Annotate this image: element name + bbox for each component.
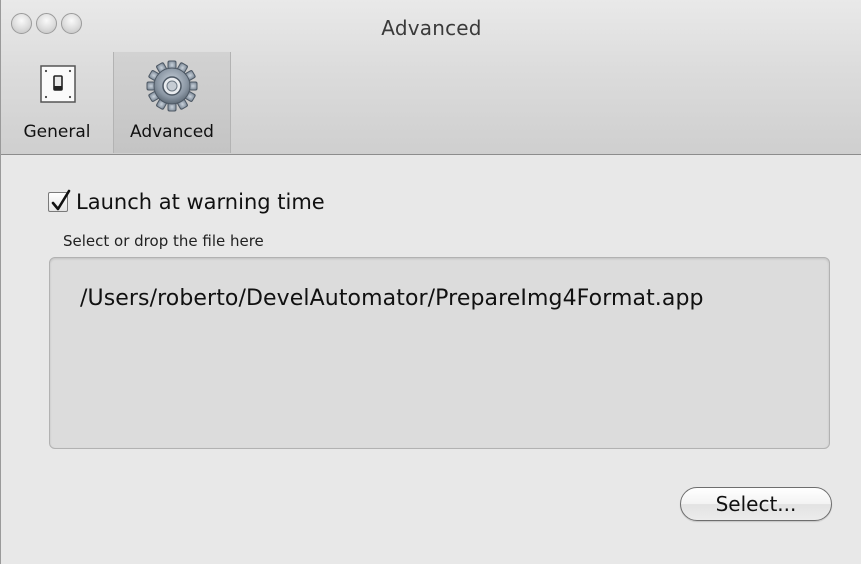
toolbar-item-general[interactable]: General: [1, 52, 113, 153]
file-path-text: /Users/roberto/DevelAutomator/PrepareImg…: [80, 286, 704, 311]
checkmark-icon: [51, 189, 71, 211]
toolbar-item-advanced[interactable]: Advanced: [113, 52, 231, 153]
switch-icon: [29, 56, 85, 120]
window-title: Advanced: [381, 16, 482, 40]
preferences-window: Advanced General Advanced Launch at warn…: [0, 0, 861, 564]
advanced-pane: Launch at warning time Select or drop th…: [1, 155, 861, 564]
title-bar: Advanced General Advanced: [1, 0, 861, 155]
launch-at-warning-time-row[interactable]: Launch at warning time: [48, 189, 325, 215]
toolbar-label-general: General: [23, 122, 91, 142]
select-file-button[interactable]: Select...: [680, 487, 832, 521]
gear-icon: [142, 56, 202, 120]
toolbar-label-advanced: Advanced: [130, 122, 214, 142]
launch-at-warning-time-label: Launch at warning time: [76, 190, 325, 214]
launch-at-warning-time-checkbox[interactable]: [48, 189, 71, 212]
drop-hint-label: Select or drop the file here: [63, 232, 264, 250]
file-drop-field[interactable]: /Users/roberto/DevelAutomator/PrepareImg…: [49, 257, 830, 449]
